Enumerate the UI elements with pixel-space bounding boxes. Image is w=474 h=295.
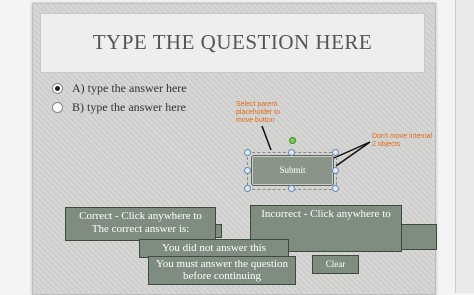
correct-feedback-box[interactable]: Correct - Click anywhere to The correct … [65,207,216,241]
correct-answer-text: The correct answer is: [91,223,190,235]
resize-handle-bl[interactable] [244,185,251,192]
resize-handle-l[interactable] [244,167,251,174]
resize-handle-r[interactable] [332,167,339,174]
no-answer-text: You did not answer this [161,242,266,254]
clear-button[interactable]: Clear [312,255,359,274]
arrow-to-internal-2 [335,141,371,167]
must-answer-box[interactable]: You must answer the question before cont… [148,256,296,285]
correct-feedback-text: Correct - Click anywhere to [79,210,202,222]
arrow-to-parent [261,125,272,151]
submit-button[interactable]: Submit [251,155,334,186]
resize-handle-tl[interactable] [244,149,251,156]
resize-handle-b[interactable] [288,185,295,192]
rotate-handle[interactable] [289,137,296,144]
incorrect-feedback-text: Incorrect - Click anywhere to [261,208,391,220]
resize-handle-tr[interactable] [332,149,339,156]
resize-handle-t[interactable] [288,149,295,156]
resize-handle-br[interactable] [332,185,339,192]
must-answer-text: You must answer the question before cont… [155,258,289,282]
